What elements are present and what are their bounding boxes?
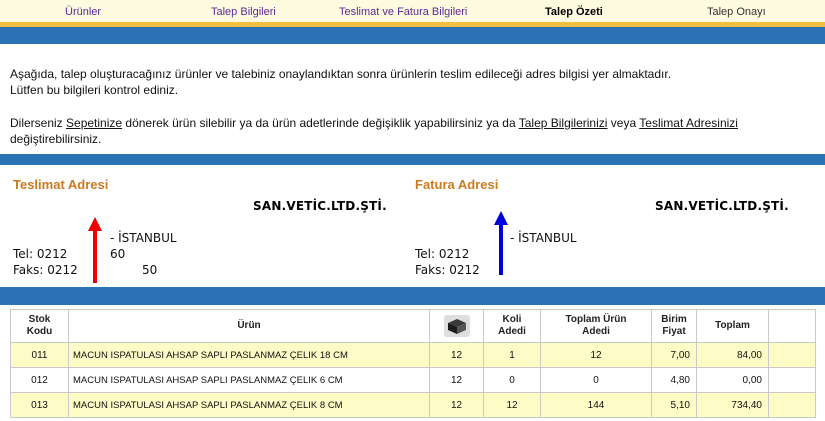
- header-case-qty: Koli Adedi: [483, 309, 541, 343]
- row-product-name: MACUN ISPATULASI AHSAP SAPLI PASLANMAZ Ç…: [68, 392, 430, 418]
- info-text: veya: [607, 116, 640, 130]
- info-line-1: Aşağıda, talep oluşturacağınız ürünler v…: [10, 67, 672, 81]
- row-case-qty: 12: [483, 392, 541, 418]
- row-empty: [768, 392, 816, 418]
- row-case-qty: 0: [483, 367, 541, 393]
- row-stock-code: 013: [10, 392, 69, 418]
- row-unit-price: 5,10: [651, 392, 697, 418]
- step-request-approval: Talep Onayı: [707, 6, 766, 18]
- row-unit-price: 4,80: [651, 367, 697, 393]
- row-unit-price: 7,00: [651, 342, 697, 368]
- delivery-tel: Tel: 0212: [13, 247, 68, 261]
- step-navigation: Ürünler Talep Bilgileri Teslimat ve Fatu…: [0, 0, 825, 27]
- delivery-address-link[interactable]: Teslimat Adresinizi: [639, 116, 738, 130]
- items-table-panel: Stok Kodu Ürün Koli Adedi Toplam Ürün Ad…: [0, 305, 825, 421]
- delivery-address-title: Teslimat Adresi: [13, 177, 109, 192]
- row-case-qty: 1: [483, 342, 541, 368]
- invoice-company: SAN.VETİC.LTD.ŞTİ.: [655, 199, 789, 213]
- header-total: Toplam: [696, 309, 769, 343]
- row-total: 84,00: [696, 342, 769, 368]
- table-row: 012 MACUN ISPATULASI AHSAP SAPLI PASLANM…: [10, 367, 816, 393]
- step-delivery-invoice[interactable]: Teslimat ve Fatura Bilgileri: [339, 6, 467, 18]
- request-info-link[interactable]: Talep Bilgilerinizi: [519, 116, 608, 130]
- table-header-row: Stok Kodu Ürün Koli Adedi Toplam Ürün Ad…: [10, 309, 816, 343]
- cart-link[interactable]: Sepetinize: [66, 116, 122, 130]
- row-product-name: MACUN ISPATULASI AHSAP SAPLI PASLANMAZ Ç…: [68, 367, 430, 393]
- row-stock-code: 012: [10, 367, 69, 393]
- info-text: Dilerseniz: [10, 116, 67, 130]
- delivery-company: SAN.VETİC.LTD.ŞTİ.: [253, 199, 387, 213]
- delivery-fax: Faks: 0212: [13, 263, 78, 277]
- step-products[interactable]: Ürünler: [65, 6, 101, 18]
- row-per-box: 12: [429, 342, 484, 368]
- delivery-address-block: Teslimat Adresi SAN.VETİC.LTD.ŞTİ. - İST…: [0, 165, 400, 287]
- row-empty: [768, 342, 816, 368]
- invoice-address-title: Fatura Adresi: [415, 177, 499, 192]
- header-total-qty: Toplam Ürün Adedi: [540, 309, 652, 343]
- info-line-2: Lütfen bu bilgileri kontrol ediniz.: [10, 83, 179, 97]
- delivery-tel-suffix: 60: [110, 247, 126, 261]
- invoice-tel: Tel: 0212: [415, 247, 470, 261]
- header-product: Ürün: [68, 309, 430, 343]
- row-per-box: 12: [429, 367, 484, 393]
- table-row: 013 MACUN ISPATULASI AHSAP SAPLI PASLANM…: [10, 392, 816, 418]
- box-icon: [443, 315, 470, 337]
- row-total-qty: 0: [540, 367, 652, 393]
- invoice-city: - İSTANBUL: [510, 231, 577, 245]
- info-text: dönerek ürün silebilir ya da ürün adetle…: [122, 116, 519, 130]
- row-total: 734,40: [696, 392, 769, 418]
- row-total-qty: 144: [540, 392, 652, 418]
- table-row: 011 MACUN ISPATULASI AHSAP SAPLI PASLANM…: [10, 342, 816, 368]
- step-bar-line: [0, 22, 825, 27]
- invoice-address-block: Fatura Adresi SAN.VETİC.LTD.ŞTİ. - İSTAN…: [402, 165, 802, 287]
- header-stock-code: Stok Kodu: [10, 309, 69, 343]
- step-request-info[interactable]: Talep Bilgileri: [211, 6, 276, 18]
- row-stock-code: 011: [10, 342, 69, 368]
- delivery-city: - İSTANBUL: [110, 231, 177, 245]
- row-product-name: MACUN ISPATULASI AHSAP SAPLI PASLANMAZ Ç…: [68, 342, 430, 368]
- delivery-fax-suffix: 50: [142, 263, 158, 277]
- header-empty: [768, 309, 816, 343]
- row-empty: [768, 367, 816, 393]
- info-line-4: değiştirebilirsiniz.: [10, 132, 102, 146]
- blue-arrow-icon: [494, 211, 508, 275]
- items-table: Stok Kodu Ürün Koli Adedi Toplam Ürün Ad…: [10, 309, 816, 418]
- invoice-fax: Faks: 0212: [415, 263, 480, 277]
- info-line-3: Dilerseniz Sepetinize dönerek ürün sileb…: [10, 115, 825, 131]
- red-arrow-icon: [88, 217, 102, 283]
- address-panel: Teslimat Adresi SAN.VETİC.LTD.ŞTİ. - İST…: [0, 165, 825, 287]
- step-request-summary: Talep Özeti: [545, 6, 603, 18]
- row-total: 0,00: [696, 367, 769, 393]
- row-total-qty: 12: [540, 342, 652, 368]
- header-unit-price: Birim Fiyat: [651, 309, 697, 343]
- info-panel: Aşağıda, talep oluşturacağınız ürünler v…: [0, 44, 825, 154]
- header-box: [429, 309, 484, 343]
- row-per-box: 12: [429, 392, 484, 418]
